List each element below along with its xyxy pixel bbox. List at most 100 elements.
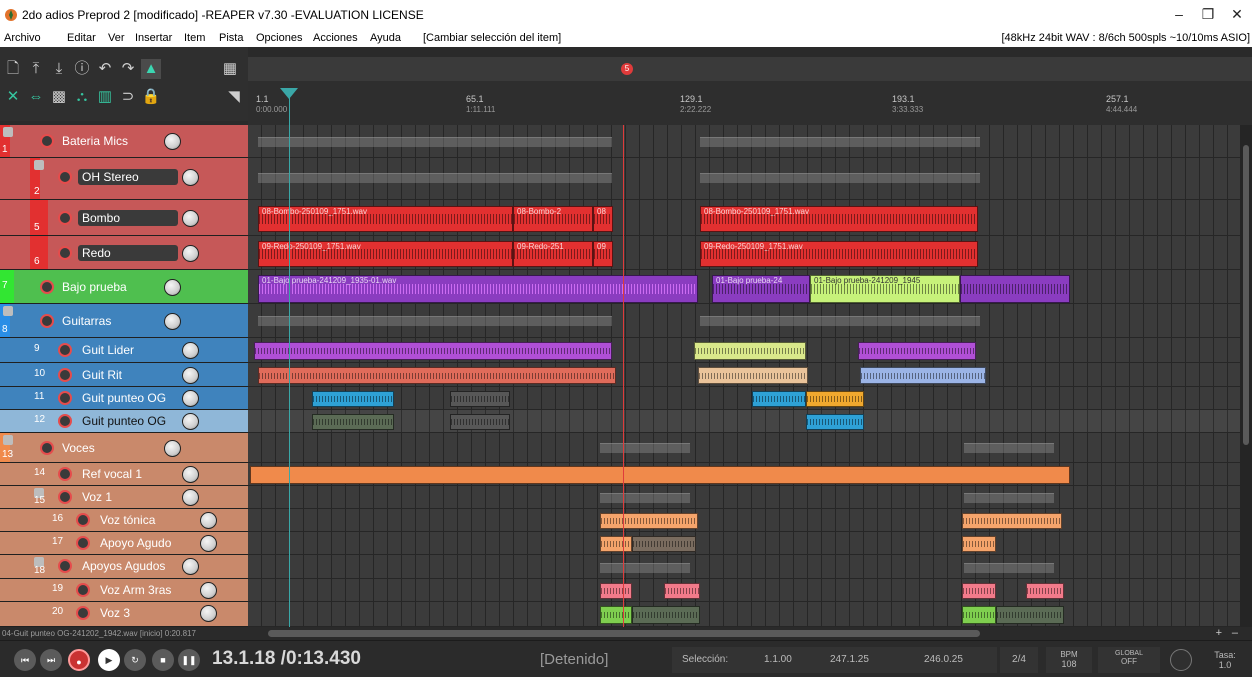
menu-cambiar-seleccion[interactable]: [Cambiar selección del item] — [423, 32, 561, 44]
track-name[interactable]: Voz tónica — [96, 512, 196, 528]
media-item[interactable]: 08 — [593, 206, 613, 232]
track-row[interactable]: 16 Voz tónica — [0, 509, 248, 532]
track-row[interactable]: 5 Bombo — [0, 200, 248, 236]
record-arm-button[interactable] — [76, 513, 90, 527]
media-item[interactable]: 08-Bombo-250109_1751.wav — [700, 206, 978, 232]
audio-device-status[interactable]: [48kHz 24bit WAV : 8/6ch 500spls ~10/10m… — [1001, 32, 1250, 44]
media-item[interactable]: 08-Bombo-250109_1751.wav — [258, 206, 513, 232]
track-row[interactable]: 9 Guit Lider — [0, 338, 248, 363]
media-item[interactable] — [962, 606, 996, 624]
media-item[interactable] — [806, 391, 864, 407]
folder-icon[interactable] — [3, 435, 13, 445]
media-item[interactable]: 09-Redo-251 — [513, 241, 593, 267]
track-row[interactable]: 6 Redo — [0, 236, 248, 270]
track-row[interactable]: 1 Bateria Mics — [0, 125, 248, 158]
envelope-points-icon[interactable]: ⛬ — [72, 87, 92, 107]
track-name[interactable]: OH Stereo — [78, 169, 178, 185]
grid-lines-icon[interactable]: ▥ — [95, 87, 115, 107]
folder-icon[interactable] — [3, 127, 13, 137]
zoom-in-icon[interactable]: + — [1216, 627, 1222, 639]
volume-knob[interactable] — [182, 169, 199, 186]
track-name[interactable]: Guit punteo OG — [78, 390, 178, 406]
track-row[interactable]: 20 Voz 3 — [0, 602, 248, 627]
record-arm-button[interactable] — [58, 170, 72, 184]
track-row[interactable]: 10 Guit Rit — [0, 363, 248, 387]
minimize-button[interactable]: – — [1164, 6, 1194, 22]
track-name[interactable]: Voz 3 — [96, 605, 196, 621]
track-name[interactable]: Apoyos Agudos — [78, 558, 188, 574]
track-name[interactable]: Ref vocal 1 — [78, 466, 178, 482]
marker-lane[interactable] — [248, 57, 1252, 81]
track-name[interactable]: Guit punteo OG — [78, 413, 178, 429]
track-name[interactable]: Apoyo Agudo — [96, 535, 196, 551]
media-item[interactable]: 09-Redo-250109_1751.wav — [258, 241, 513, 267]
selection-length[interactable]: 246.0.25 — [924, 654, 963, 665]
volume-knob[interactable] — [182, 367, 199, 384]
volume-knob[interactable] — [164, 279, 181, 296]
media-item[interactable] — [962, 536, 996, 552]
menu-archivo[interactable]: Archivo — [4, 32, 41, 44]
go-to-end-button[interactable]: ⏭ — [40, 649, 62, 671]
volume-knob[interactable] — [182, 558, 199, 575]
media-item[interactable] — [632, 536, 696, 552]
track-row[interactable]: 2 OH Stereo — [0, 158, 248, 200]
track-lane[interactable] — [248, 158, 1252, 200]
zoom-out-icon[interactable]: – — [1232, 627, 1238, 639]
item-grouping-icon[interactable]: ⇔ — [26, 87, 46, 107]
rate-value[interactable]: 1.0 — [1200, 660, 1250, 670]
track-lane[interactable]: 09-Redo-250109_1751.wav 09-Redo-251 09 0… — [248, 236, 1252, 270]
track-name[interactable]: Voz 1 — [78, 489, 178, 505]
menu-ver[interactable]: Ver — [108, 32, 125, 44]
media-item[interactable] — [860, 367, 986, 384]
volume-knob[interactable] — [200, 512, 217, 529]
record-arm-button[interactable] — [58, 467, 72, 481]
open-project-icon[interactable]: ⤒ — [26, 59, 46, 79]
track-row[interactable]: 17 Apoyo Agudo — [0, 532, 248, 555]
selection-display[interactable]: Selección: 1.1.00 247.1.25 246.0.25 — [672, 647, 997, 673]
stop-button[interactable]: ■ — [152, 649, 174, 671]
new-project-icon[interactable]: 🗋 — [3, 59, 23, 79]
media-item[interactable] — [960, 275, 1070, 303]
close-button[interactable]: ✕ — [1222, 6, 1252, 23]
pause-button[interactable]: ❚❚ — [178, 649, 200, 671]
track-row[interactable]: 14 Ref vocal 1 — [0, 463, 248, 486]
record-arm-button[interactable] — [58, 368, 72, 382]
media-item[interactable] — [996, 606, 1064, 624]
volume-knob[interactable] — [200, 535, 217, 552]
undo-icon[interactable]: ↶ — [95, 59, 115, 79]
playrate-knob[interactable] — [1170, 649, 1192, 671]
menu-acciones[interactable]: Acciones — [313, 32, 358, 44]
global-value[interactable]: OFF — [1098, 657, 1160, 666]
track-name[interactable]: Guit Rit — [78, 367, 178, 383]
track-lane[interactable] — [248, 433, 1252, 463]
media-item[interactable]: 01-Bajo prueba-24 — [712, 275, 810, 303]
arrange-view[interactable]: 08-Bombo-250109_1751.wav 08-Bombo-2 08 0… — [248, 125, 1252, 627]
track-lane[interactable] — [248, 532, 1252, 555]
toolbar-resize-icon[interactable]: ◥ — [224, 87, 244, 107]
volume-knob[interactable] — [200, 605, 217, 622]
horizontal-scrollbar[interactable]: + – — [248, 627, 1252, 640]
record-arm-button[interactable] — [40, 134, 54, 148]
record-arm-button[interactable] — [58, 391, 72, 405]
time-signature[interactable]: 2/4 — [1000, 647, 1038, 673]
track-row[interactable]: 19 Voz Arm 3ras — [0, 579, 248, 602]
bpm-display[interactable]: BPM 108 — [1046, 647, 1092, 673]
media-item[interactable]: 09 — [593, 241, 613, 267]
record-arm-button[interactable] — [40, 280, 54, 294]
repeat-button[interactable]: ↻ — [124, 649, 146, 671]
volume-knob[interactable] — [164, 133, 181, 150]
media-item[interactable] — [600, 583, 632, 599]
track-lane[interactable] — [248, 579, 1252, 602]
track-lane[interactable] — [248, 509, 1252, 532]
menu-insertar[interactable]: Insertar — [135, 32, 172, 44]
record-button[interactable]: ● — [68, 649, 90, 671]
track-lane[interactable]: 01-Bajo prueba-241209_1935-01.wav 01-Baj… — [248, 270, 1252, 304]
play-button[interactable]: ▶ — [98, 649, 120, 671]
track-row[interactable]: 15 Voz 1 — [0, 486, 248, 509]
media-item[interactable] — [752, 391, 806, 407]
selection-start[interactable]: 1.1.00 — [764, 654, 792, 665]
media-item[interactable] — [450, 414, 510, 430]
track-lane[interactable] — [248, 486, 1252, 509]
record-arm-button[interactable] — [58, 414, 72, 428]
record-arm-button[interactable] — [76, 606, 90, 620]
